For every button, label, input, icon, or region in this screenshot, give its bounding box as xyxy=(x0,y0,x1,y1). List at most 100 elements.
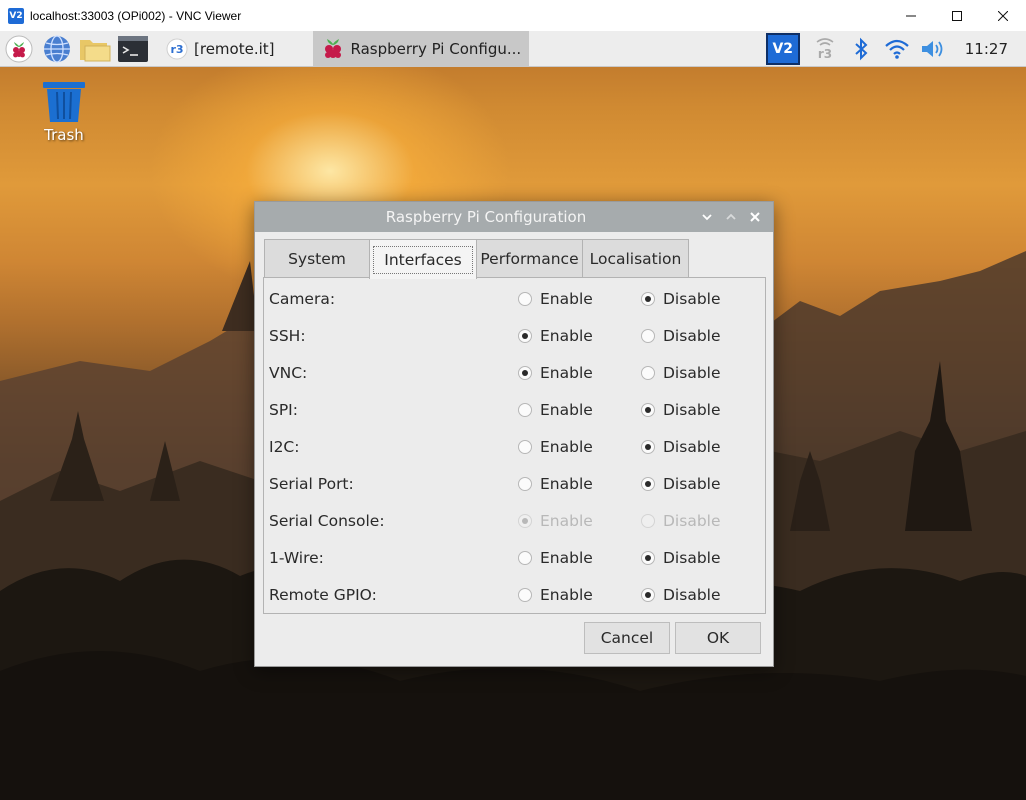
1-wire-disable-radio[interactable]: Disable xyxy=(641,549,721,567)
radio-circle xyxy=(641,439,655,454)
interface-label: 1-Wire: xyxy=(269,548,324,567)
remote-gpio-disable-radio[interactable]: Disable xyxy=(641,586,721,604)
dialog-maximize-button[interactable] xyxy=(721,207,741,227)
maximize-button[interactable] xyxy=(934,0,980,31)
i2c-enable-radio[interactable]: Enable xyxy=(518,438,593,456)
radio-label: Enable xyxy=(540,326,593,345)
web-browser-icon xyxy=(44,34,70,63)
radio-selected-dot xyxy=(645,480,651,487)
window-title: localhost:33003 (OPi002) - VNC Viewer xyxy=(30,8,242,23)
tab-label: Performance xyxy=(480,250,579,268)
remote-gpio-enable-radio[interactable]: Enable xyxy=(518,586,593,604)
tab-localisation[interactable]: Localisation xyxy=(582,239,689,278)
interface-row-remote-gpio: Remote GPIO: Enable Disable xyxy=(264,576,765,613)
tab-system[interactable]: System xyxy=(264,239,370,278)
remoteit-tray-icon: r3 xyxy=(816,37,834,61)
vnc-disable-radio[interactable]: Disable xyxy=(641,364,721,382)
radio-circle xyxy=(641,328,655,343)
bluetooth-icon xyxy=(855,37,868,60)
tray-wifi[interactable] xyxy=(879,31,915,67)
taskbar-item-label: Raspberry Pi Configu... xyxy=(350,39,522,58)
web-browser-launcher[interactable] xyxy=(38,31,76,67)
taskbar-item-raspi-config[interactable]: Raspberry Pi Configu... xyxy=(312,30,530,67)
radio-label: Enable xyxy=(540,474,593,493)
radio-label: Disable xyxy=(663,548,721,567)
serial-console-disable-radio: Disable xyxy=(641,512,721,530)
camera-disable-radio[interactable]: Disable xyxy=(641,290,721,308)
cancel-button[interactable]: Cancel xyxy=(584,622,670,654)
radio-circle xyxy=(518,513,532,528)
radio-label: Disable xyxy=(663,363,721,382)
close-window-button[interactable] xyxy=(980,0,1026,31)
raspberry-menu-button[interactable] xyxy=(0,31,38,67)
desktop-icon-trash[interactable]: Trash xyxy=(32,80,96,144)
interface-row-i2c: I2C: Enable Disable xyxy=(264,428,765,465)
interface-row-1-wire: 1-Wire: Enable Disable xyxy=(264,539,765,576)
serial-console-enable-radio: Enable xyxy=(518,512,593,530)
dialog-minimize-button[interactable] xyxy=(697,207,717,227)
dialog-titlebar[interactable]: Raspberry Pi Configuration xyxy=(255,202,773,232)
tab-interfaces[interactable]: Interfaces xyxy=(369,239,477,279)
minimize-button[interactable] xyxy=(888,0,934,31)
vnc-tray-icon: V2 xyxy=(765,32,800,65)
radio-circle xyxy=(518,439,532,454)
file-manager-launcher[interactable] xyxy=(76,31,114,67)
tray-vnc-server[interactable]: V2 xyxy=(765,31,801,67)
i2c-disable-radio[interactable]: Disable xyxy=(641,438,721,456)
dialog-title: Raspberry Pi Configuration xyxy=(385,208,587,226)
interface-label: Serial Port: xyxy=(269,474,354,493)
vnc-enable-radio[interactable]: Enable xyxy=(518,364,593,382)
interface-label: Camera: xyxy=(269,289,336,308)
radio-label: Disable xyxy=(663,326,721,345)
radio-circle xyxy=(518,365,532,380)
interface-label: I2C: xyxy=(269,437,300,456)
1-wire-enable-radio[interactable]: Enable xyxy=(518,549,593,567)
spi-enable-radio[interactable]: Enable xyxy=(518,401,593,419)
tray-volume[interactable] xyxy=(915,31,951,67)
ssh-enable-radio[interactable]: Enable xyxy=(518,327,593,345)
radio-label: Disable xyxy=(663,400,721,419)
vnc-viewer-app-icon: V2 xyxy=(8,7,24,24)
camera-enable-radio[interactable]: Enable xyxy=(518,290,593,308)
taskbar-item-remoteit[interactable]: r3 [remote.it] xyxy=(158,31,283,67)
remoteit-icon: r3 xyxy=(166,38,188,59)
tray-bluetooth[interactable] xyxy=(843,31,879,67)
radio-selected-dot xyxy=(645,406,651,413)
tab-label: Localisation xyxy=(589,250,682,268)
radio-circle xyxy=(518,476,532,491)
dialog-close-button[interactable] xyxy=(745,207,765,227)
svg-text:r3: r3 xyxy=(170,43,183,56)
clock[interactable]: 11:27 xyxy=(951,40,1026,58)
terminal-launcher[interactable] xyxy=(114,31,152,67)
tab-performance[interactable]: Performance xyxy=(476,239,583,278)
serial-port-enable-radio[interactable]: Enable xyxy=(518,475,593,493)
top-panel: r3 [remote.it] Raspberry Pi Configu... V… xyxy=(0,30,1026,67)
radio-circle xyxy=(641,402,655,417)
trash-icon xyxy=(43,82,85,122)
svg-text:r3: r3 xyxy=(818,47,832,61)
interface-row-serial-port: Serial Port: Enable Disable xyxy=(264,465,765,502)
serial-port-disable-radio[interactable]: Disable xyxy=(641,475,721,493)
radio-circle xyxy=(641,476,655,491)
radio-label: Enable xyxy=(540,363,593,382)
radio-label: Disable xyxy=(663,511,721,530)
radio-circle xyxy=(641,365,655,380)
interface-row-vnc: VNC: Enable Disable xyxy=(264,354,765,391)
interface-row-camera: Camera: Enable Disable xyxy=(264,280,765,317)
chevron-up-icon xyxy=(726,213,736,220)
tray-remoteit[interactable]: r3 xyxy=(807,31,843,67)
vnc-window-titlebar[interactable]: V2 localhost:33003 (OPi002) - VNC Viewer xyxy=(0,0,1026,31)
radio-circle xyxy=(641,550,655,565)
ssh-disable-radio[interactable]: Disable xyxy=(641,327,721,345)
raspi-config-dialog: Raspberry Pi Configuration System Interf… xyxy=(254,201,774,667)
close-icon xyxy=(998,10,1008,21)
radio-circle xyxy=(518,402,532,417)
ok-button[interactable]: OK xyxy=(675,622,761,654)
radio-selected-dot xyxy=(522,332,528,339)
interface-label: Remote GPIO: xyxy=(269,585,377,604)
spi-disable-radio[interactable]: Disable xyxy=(641,401,721,419)
chevron-down-icon xyxy=(702,214,712,221)
radio-selected-dot xyxy=(645,443,651,450)
interfaces-panel: Camera: Enable Disable SSH: Enable Disable VNC… xyxy=(263,277,766,614)
radio-label: Enable xyxy=(540,437,593,456)
